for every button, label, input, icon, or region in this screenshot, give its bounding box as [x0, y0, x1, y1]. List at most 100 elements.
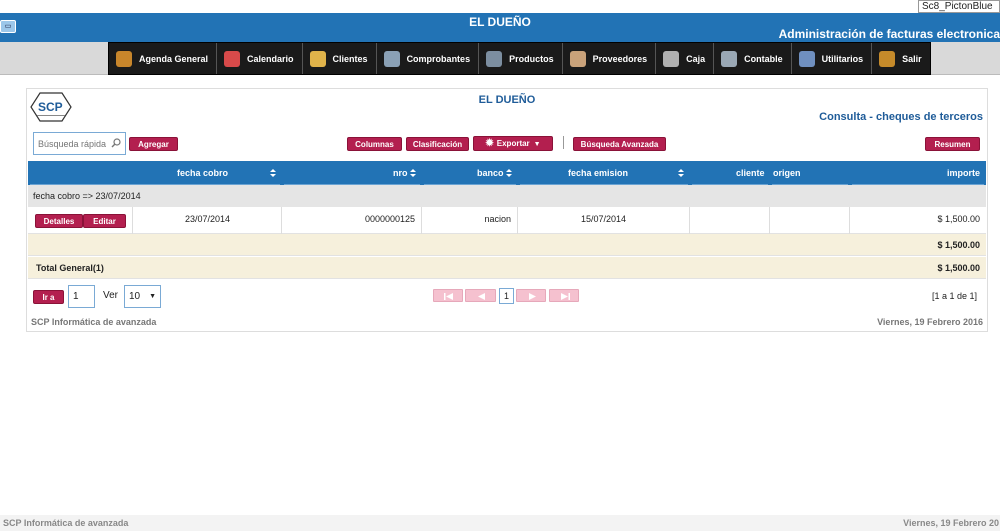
first-page-button[interactable]	[433, 289, 463, 302]
menu-item-agenda-general[interactable]: Agenda General	[109, 43, 218, 74]
menu-item-clientes[interactable]: Clientes	[303, 43, 377, 74]
menu-item-label: Caja	[686, 53, 706, 64]
advanced-search-button[interactable]: Búsqueda Avanzada	[573, 137, 666, 151]
menu-item-proveedores[interactable]: Proveedores	[563, 43, 657, 74]
go-to-page-input[interactable]: 1	[68, 285, 95, 308]
menu-item-label: Calendario	[247, 53, 294, 64]
table-header: fecha cobro nro banco fecha emision clie	[28, 161, 986, 185]
prev-page-icon	[478, 293, 485, 300]
menu-item-salir[interactable]: Salir	[872, 43, 930, 74]
gear-icon: ✹	[485, 138, 494, 149]
agenda-icon	[116, 50, 132, 67]
quick-search-input[interactable]	[34, 133, 110, 154]
accounting-icon	[721, 50, 738, 67]
col-nro[interactable]: nro	[282, 161, 422, 185]
cell-origen	[770, 207, 850, 234]
bottom-company: SCP Informática de avanzada	[3, 518, 129, 528]
suppliers-icon	[569, 50, 586, 67]
bottom-bar: SCP Informática de avanzada Viernes, 19 …	[0, 515, 1000, 531]
first-page-icon	[444, 293, 453, 300]
table-row: Detalles Editar 23/07/2014 0000000125 na…	[28, 207, 986, 234]
quick-search	[33, 132, 126, 155]
last-page-button[interactable]	[549, 289, 579, 302]
menu-item-label: Salir	[902, 53, 922, 64]
subtotal-row: $ 1,500.00	[28, 234, 986, 256]
calendar-icon	[224, 50, 241, 67]
export-button[interactable]: ✹ Exportar ▼	[473, 136, 553, 151]
bottom-date: Viernes, 19 Febrero 20	[903, 518, 999, 528]
cell-cliente	[690, 207, 770, 234]
cell-banco: nacion	[422, 207, 518, 234]
receipts-icon	[383, 50, 400, 67]
record-range: [1 a 1 de 1]	[931, 291, 977, 301]
cell-nro: 0000000125	[282, 207, 422, 234]
next-page-icon	[529, 293, 536, 300]
last-page-icon	[561, 293, 570, 300]
cell-fecha-cobro: 23/07/2014	[133, 207, 282, 234]
total-row: Total General(1) $ 1,500.00	[28, 257, 986, 279]
total-value: $ 1,500.00	[937, 263, 980, 273]
export-label: Exportar	[496, 139, 530, 148]
menu-item-caja[interactable]: Caja	[656, 43, 715, 74]
menu-item-label: Contable	[744, 53, 783, 64]
menu-item-calendario[interactable]: Calendario	[217, 43, 303, 74]
sort-icon	[410, 169, 416, 177]
skin-label: Sc8_PictonBlue	[918, 0, 1000, 13]
menu-item-comprobantes[interactable]: Comprobantes	[377, 43, 480, 74]
col-banco[interactable]: banco	[422, 161, 518, 185]
group-row: fecha cobro => 23/07/2014	[28, 185, 986, 207]
app-subtitle: Administración de facturas electronica	[778, 27, 1000, 41]
subtotal-value: $ 1,500.00	[937, 240, 980, 250]
col-origen[interactable]: origen	[770, 161, 850, 185]
footer-date: Viernes, 19 Febrero 2016	[877, 317, 983, 327]
col-cliente[interactable]: cliente	[690, 161, 770, 185]
total-label: Total General(1)	[36, 263, 104, 273]
col-fecha-cobro[interactable]: fecha cobro	[28, 161, 282, 185]
menu-item-label: Agenda General	[139, 53, 209, 64]
page-size-select[interactable]: 10 ▼	[124, 285, 161, 308]
toolbar-divider	[563, 136, 564, 149]
prev-page-button[interactable]	[465, 289, 496, 302]
search-icon[interactable]	[111, 138, 121, 148]
edit-button[interactable]: Editar	[83, 214, 126, 228]
col-fecha-emision[interactable]: fecha emision	[518, 161, 690, 185]
menu-item-label: Productos	[509, 53, 554, 64]
chevron-down-icon: ▼	[533, 141, 541, 148]
menu-bar: Agenda General Calendario Clientes Comproba…	[0, 42, 1000, 75]
menu-item-contable[interactable]: Contable	[714, 43, 792, 74]
col-importe[interactable]: importe	[850, 161, 986, 185]
next-page-button[interactable]	[516, 289, 546, 302]
main-menu: Agenda General Calendario Clientes Comproba…	[108, 42, 931, 75]
menu-item-utilitarios[interactable]: Utilitarios	[792, 43, 873, 74]
content-card: SCP EL DUEÑO Consulta - cheques de terce…	[26, 88, 988, 332]
page-title: Consulta - cheques de terceros	[819, 111, 983, 123]
top-header: ▭ EL DUEÑO Administración de facturas el…	[0, 13, 1000, 42]
clients-icon	[309, 50, 326, 67]
company-name: EL DUEÑO	[478, 94, 536, 106]
add-button[interactable]: Agregar	[129, 137, 178, 151]
products-icon	[486, 50, 503, 67]
app-window: Sc8_PictonBlue ▭ EL DUEÑO Administración…	[0, 0, 1000, 531]
view-label: Ver	[103, 290, 119, 301]
cell-importe: $ 1,500.00	[937, 214, 980, 224]
go-to-page-button[interactable]: Ir a	[33, 290, 64, 304]
cell-fecha-emision: 15/07/2014	[518, 207, 690, 234]
exit-icon	[879, 50, 896, 67]
menu-item-label: Proveedores	[592, 53, 648, 64]
cash-icon	[663, 50, 680, 67]
chevron-down-icon: ▼	[149, 293, 156, 300]
menu-item-label: Clientes	[332, 53, 368, 64]
footer-company: SCP Informática de avanzada	[31, 317, 157, 327]
sort-icon	[678, 169, 684, 177]
menu-item-productos[interactable]: Productos	[479, 43, 563, 74]
sort-icon	[270, 169, 276, 177]
row-actions: Detalles Editar	[28, 207, 133, 234]
summary-button[interactable]: Resumen	[925, 137, 980, 151]
utilities-icon	[798, 50, 815, 67]
sort-button[interactable]: Clasificación	[406, 137, 469, 151]
details-button[interactable]: Detalles	[35, 214, 83, 228]
current-page[interactable]: 1	[499, 288, 514, 304]
menu-item-label: Utilitarios	[821, 53, 864, 64]
sort-icon	[506, 169, 512, 177]
columns-button[interactable]: Columnas	[347, 137, 402, 151]
